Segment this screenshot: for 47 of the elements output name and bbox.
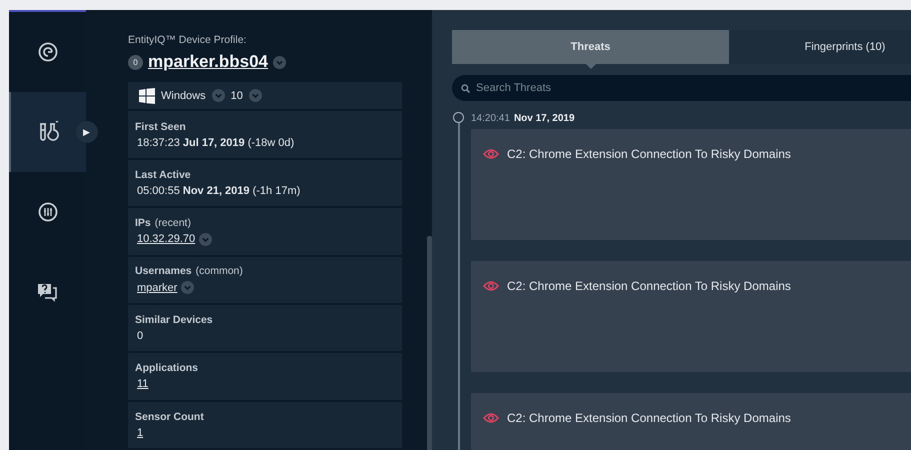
field-label: First Seen bbox=[135, 120, 186, 133]
field-label: Applications bbox=[135, 362, 198, 374]
device-name-link[interactable]: mparker.bbs04 bbox=[148, 52, 268, 72]
gauge-icon bbox=[38, 42, 58, 62]
threat-card[interactable]: C2: Chrome Extension Connection To Risky Domains bbox=[471, 393, 911, 450]
tab[interactable]: Threats bbox=[452, 30, 729, 64]
search-field[interactable]: Search Threats bbox=[474, 81, 911, 95]
event-date: Nov 17, 2019 bbox=[514, 113, 575, 124]
os-name: Windows bbox=[161, 90, 206, 102]
chevron-down-icon[interactable] bbox=[273, 56, 286, 68]
field-value: 05:00:55 Nov 21, 2019 (-1h 17m) bbox=[137, 185, 300, 198]
value-link[interactable]: 11 bbox=[137, 378, 148, 390]
field-label: Similar Devices bbox=[135, 314, 213, 326]
field-note: (common) bbox=[196, 265, 243, 278]
field-label: Usernames bbox=[135, 265, 192, 278]
threat-card[interactable]: C2: Chrome Extension Connection To Risky Domains bbox=[471, 261, 911, 372]
field-value: 18:37:23 Jul 17, 2019 (-18w 0d) bbox=[137, 136, 294, 149]
field-label: IPs bbox=[135, 216, 151, 229]
tab-pointer bbox=[586, 64, 596, 69]
value-link[interactable]: 10.32.29.70 bbox=[137, 233, 196, 246]
field-label: Sensor Count bbox=[135, 410, 204, 423]
help-chat-icon bbox=[36, 282, 58, 302]
field-label: Last Active bbox=[135, 169, 191, 182]
field-value: 0 bbox=[137, 330, 144, 342]
threat-title: C2: Chrome Extension Connection To Risky Domains bbox=[507, 146, 791, 162]
search-bar[interactable]: Search Threats bbox=[452, 75, 911, 101]
lab-flask-icon bbox=[38, 121, 60, 143]
threat-title: C2: Chrome Extension Connection To Risky Domains bbox=[507, 410, 791, 426]
tab[interactable]: Fingerprints (10) bbox=[729, 30, 911, 64]
chevron-down-icon[interactable] bbox=[181, 281, 194, 294]
count-badge: 0 bbox=[128, 54, 143, 70]
sliders-icon bbox=[38, 202, 58, 222]
profile-heading: EntityIQ™ Device Profile: bbox=[128, 34, 248, 46]
chevron-down-icon[interactable] bbox=[199, 232, 212, 246]
os-version: 10 bbox=[230, 90, 243, 102]
event-time: 14:20:41 bbox=[471, 113, 510, 124]
threat-card[interactable]: C2: Chrome Extension Connection To Risky Domains bbox=[471, 129, 911, 240]
timeline-node bbox=[453, 112, 464, 123]
value-link[interactable]: 1 bbox=[137, 426, 144, 439]
windows-logo-icon bbox=[139, 88, 155, 104]
chevron-down-icon[interactable] bbox=[212, 89, 225, 102]
field-note: (recent) bbox=[154, 216, 191, 229]
scrollbar[interactable] bbox=[427, 236, 432, 450]
value-link[interactable]: mparker bbox=[137, 282, 178, 294]
threat-title: C2: Chrome Extension Connection To Risky Domains bbox=[507, 278, 791, 294]
chevron-down-icon[interactable] bbox=[248, 89, 262, 102]
search-icon bbox=[461, 84, 470, 92]
